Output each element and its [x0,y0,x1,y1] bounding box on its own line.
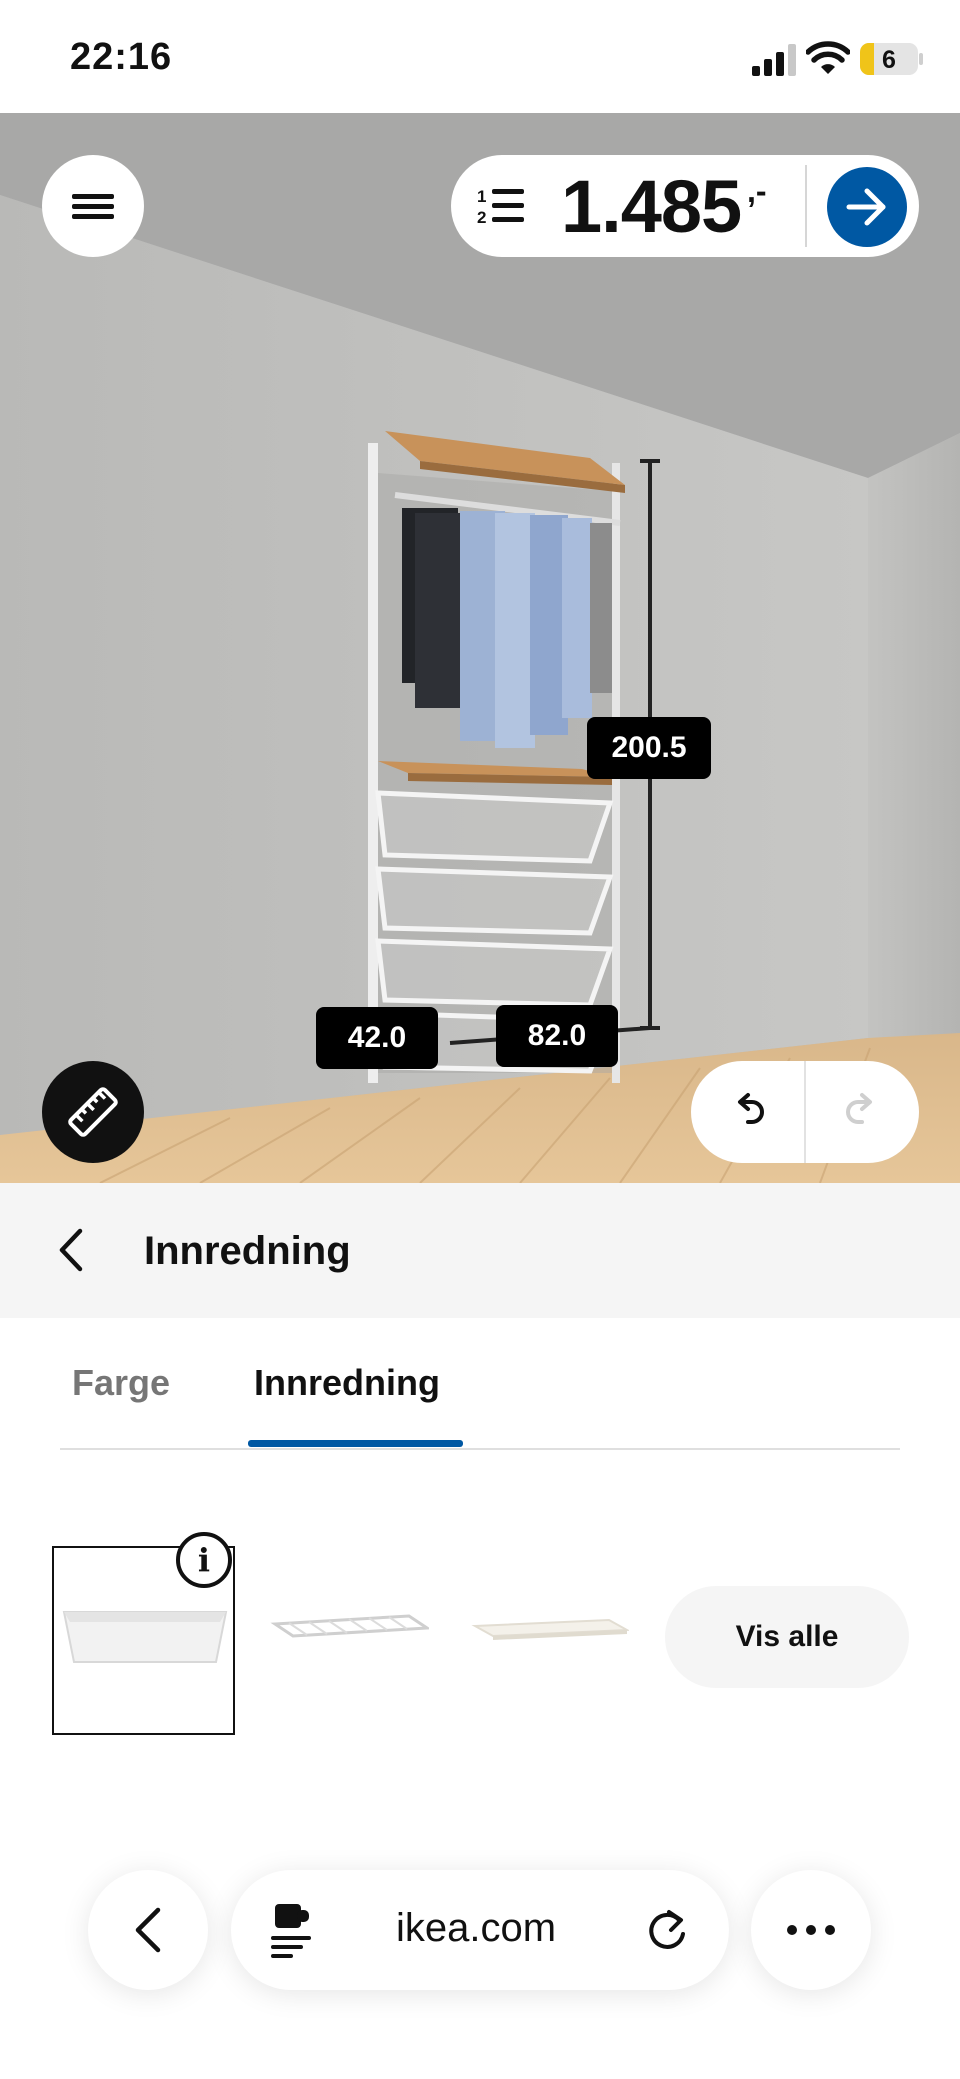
chevron-left-icon [135,1907,161,1953]
info-icon[interactable]: i [176,1532,232,1588]
room-render [0,113,960,1183]
tab-innredning[interactable]: Innredning [254,1362,440,1404]
width-dimension-label[interactable]: 82.0 [496,1005,618,1067]
show-all-button[interactable]: Vis alle [665,1586,909,1688]
back-button[interactable] [52,1227,92,1273]
reader-extension-icon[interactable] [269,1902,319,1960]
wifi-icon [806,41,850,74]
reload-icon[interactable] [645,1908,691,1954]
svg-text:1: 1 [477,187,486,206]
tab-bar: Farge Innredning [60,1318,900,1452]
status-time: 22:16 [70,36,173,78]
arrow-right-icon [846,188,886,226]
undo-redo-group [691,1061,919,1163]
url-text: ikea.com [396,1906,557,1950]
height-dimension-label[interactable]: 200.5 [587,717,711,779]
cellular-signal-icon [752,44,796,76]
redo-button[interactable] [805,1061,919,1163]
price-suffix: ,- [747,173,767,209]
section-header: Innredning [0,1183,960,1318]
tab-farge[interactable]: Farge [72,1362,170,1404]
active-tab-indicator [248,1440,463,1447]
price-summary[interactable]: 1 2 1.485 ,- [451,155,919,257]
total-price: 1.485 [561,165,742,248]
redo-icon [846,1093,872,1124]
battery-icon: 6 [860,43,918,75]
option-wire-shelf[interactable] [265,1546,435,1735]
status-bar: 22:16 6 [0,0,960,113]
depth-dimension-label[interactable]: 42.0 [316,1007,438,1069]
menu-button[interactable] [42,155,144,257]
battery-level: 6 [882,46,896,74]
ikea-planner-page: 22:16 6 1 2 1.485 ,- 200.5 42.0 82.0 Inn… [0,0,960,2079]
divider [805,165,807,247]
wire-basket-image [62,1611,228,1663]
option-shelf-board[interactable] [465,1546,635,1735]
tab-divider [60,1448,900,1450]
address-bar[interactable]: ikea.com [231,1870,729,1990]
shelf-board-image [471,1618,629,1640]
chevron-left-icon [59,1228,83,1272]
measure-toggle-button[interactable] [42,1061,144,1163]
more-options-button[interactable] [751,1870,871,1990]
undo-button[interactable] [691,1061,805,1163]
undo-icon [738,1093,764,1124]
section-title: Innredning [144,1229,351,1273]
more-dots-icon [787,1925,835,1935]
numbered-list-icon[interactable]: 1 2 [477,185,525,227]
planner-3d-view[interactable]: 1 2 1.485 ,- 200.5 42.0 82.0 [0,113,960,1183]
battery-nub [919,53,923,65]
next-button[interactable] [827,167,907,247]
wire-shelf-image [270,1614,429,1638]
browser-back-button[interactable] [88,1870,208,1990]
ruler-icon [68,1087,118,1137]
svg-text:2: 2 [477,208,486,227]
hamburger-menu-icon [72,189,114,224]
